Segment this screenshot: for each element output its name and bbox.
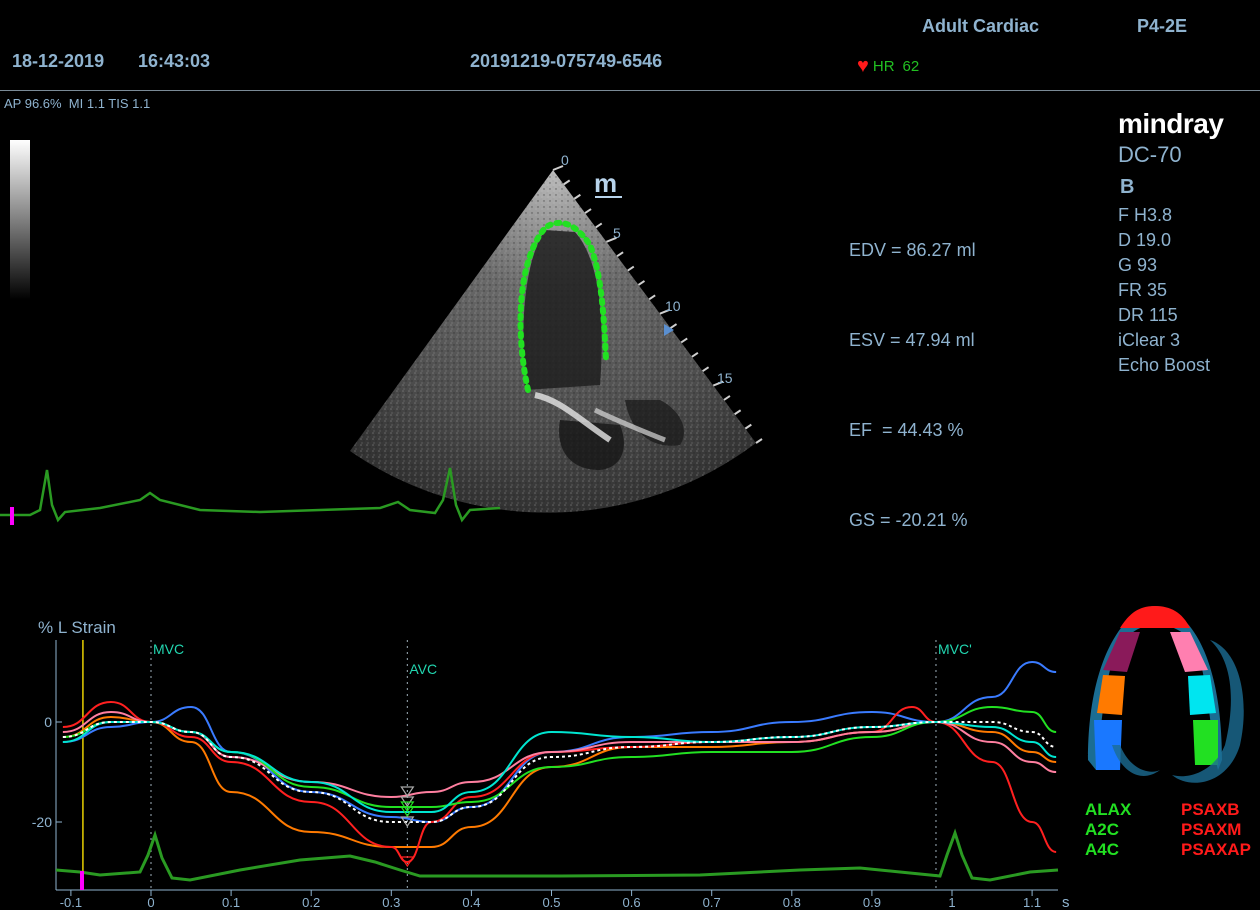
segment-inferior-base-right <box>1193 720 1218 765</box>
depth-tick <box>648 294 656 301</box>
depth-label-10: 10 <box>665 298 681 314</box>
chart-event-markers: MVC AVC MVC' <box>82 640 972 890</box>
param-iclear: iClear 3 <box>1118 330 1181 350</box>
legend-psaxm: PSAXM <box>1181 820 1242 839</box>
y-tick-label: 0 <box>44 714 52 730</box>
param-depth: D 19.0 <box>1118 230 1172 250</box>
x-tick-label: 0.5 <box>542 895 560 910</box>
event-label: MVC <box>153 641 184 657</box>
strain-title: % L Strain <box>38 618 116 637</box>
depth-tick <box>637 280 646 286</box>
exam-time: 16:43:03 <box>138 51 211 71</box>
strain-chart[interactable]: % L Strain s -0.1 0 0.1 0.2 0.3 0.4 0.5 0.6 0.7 0… <box>0 600 1080 910</box>
gs-value: GS = -20.21 % <box>849 510 968 530</box>
depth-tick <box>595 222 603 229</box>
depth-tick <box>669 323 678 329</box>
param-frame-rate: FR 35 <box>1118 280 1168 300</box>
legend-alax: ALAX <box>1085 800 1132 819</box>
header-divider <box>0 90 1260 91</box>
x-tick-label: 0.8 <box>783 895 801 910</box>
depth-label-5: 5 <box>613 225 621 241</box>
depth-tick <box>723 395 731 401</box>
esv-value: ESV = 47.94 ml <box>849 330 975 350</box>
x-tick-label: 0.4 <box>462 895 480 910</box>
x-tick-label: 0.6 <box>623 895 641 910</box>
depth-tick <box>744 423 752 430</box>
depth-tick <box>584 208 592 214</box>
x-tick-label: 1 <box>948 895 955 910</box>
x-tick-label: 0 <box>147 895 154 910</box>
depth-tick <box>616 251 624 258</box>
depth-tick <box>573 193 581 200</box>
event-label: MVC' <box>938 641 972 657</box>
segment-apex <box>1120 606 1190 628</box>
legend-psaxb: PSAXB <box>1181 800 1240 819</box>
brand-logo: mindray <box>1118 108 1224 139</box>
edv-value: EDV = 86.27 ml <box>849 240 976 260</box>
image-params: F H3.8 D 19.0 G 93 FR 35 DR 115 iClear 3… <box>1118 203 1210 378</box>
param-gain: G 93 <box>1118 255 1158 275</box>
acoustic-output: AP 96.6% MI 1.1 TIS 1.1 <box>4 96 151 111</box>
depth-tick <box>702 366 710 372</box>
exam-type: Adult Cardiac <box>922 16 1040 36</box>
x-tick-label: -0.1 <box>60 895 82 910</box>
x-tick-label: 0.9 <box>863 895 881 910</box>
imaging-mode: B <box>1120 176 1135 198</box>
depth-tick <box>734 409 742 416</box>
legend-psaxap: PSAXAP <box>1181 840 1251 859</box>
ef-value: EF = 44.43 % <box>849 420 964 440</box>
x-tick-label: 0.2 <box>302 895 320 910</box>
depth-label-0: 0 <box>561 152 569 168</box>
event-label: AVC <box>409 661 437 677</box>
heart-rate: ♥ HR 62 <box>857 55 920 77</box>
chart-series <box>62 660 1057 864</box>
ecg-cursor-bottom <box>80 871 84 890</box>
legend-a2c: A2C <box>1085 820 1120 839</box>
depth-tick <box>755 438 763 444</box>
ultrasound-image[interactable]: 0 5 10 15 m <box>0 140 820 580</box>
probe-name: P4-2E <box>1137 16 1188 36</box>
depth-label-15: 15 <box>717 370 733 386</box>
param-dynamic-range: DR 115 <box>1118 305 1178 325</box>
probe-marker-icon: m <box>594 168 617 198</box>
legend-a4c: A4C <box>1085 840 1120 859</box>
segment-legend-right: PSAXB PSAXM PSAXAP <box>1181 800 1260 860</box>
param-frequency: F H3.8 <box>1118 205 1173 225</box>
avc-valley-markers <box>400 786 415 868</box>
segment-legend-left: ALAX A2C A4C <box>1085 800 1131 860</box>
x-tick-label: 0.1 <box>222 895 240 910</box>
depth-tick <box>691 351 699 358</box>
y-tick-label: -20 <box>32 814 52 830</box>
depth-tick <box>627 265 635 272</box>
depth-tick <box>680 337 688 344</box>
exam-date: 18-12-2019 <box>12 51 105 71</box>
strain-series-line <box>62 705 1057 808</box>
param-echo-boost: Echo Boost <box>1118 355 1211 375</box>
x-tick-label: 0.3 <box>382 895 400 910</box>
hr-value: 62 <box>902 57 920 75</box>
x-axis-unit: s <box>1062 894 1070 910</box>
hr-label: HR <box>872 57 895 75</box>
depth-tick <box>563 179 571 186</box>
heart-icon: ♥ <box>857 55 869 77</box>
scanner-model: DC-70 <box>1118 142 1182 167</box>
ecg-cursor-top <box>10 507 14 525</box>
study-id: 20191219-075749-6546 <box>470 51 663 71</box>
x-tick-label: 1.1 <box>1023 895 1041 910</box>
strain-series-line <box>62 721 1057 823</box>
measurements-panel: EDV = 86.27 ml ESV = 47.94 ml EF = 44.43… <box>849 175 976 565</box>
segment-diagram[interactable] <box>1080 600 1260 790</box>
ecg-trace-bottom <box>55 828 1059 882</box>
strain-series-line <box>62 715 1057 848</box>
x-tick-label: 0.7 <box>703 895 721 910</box>
